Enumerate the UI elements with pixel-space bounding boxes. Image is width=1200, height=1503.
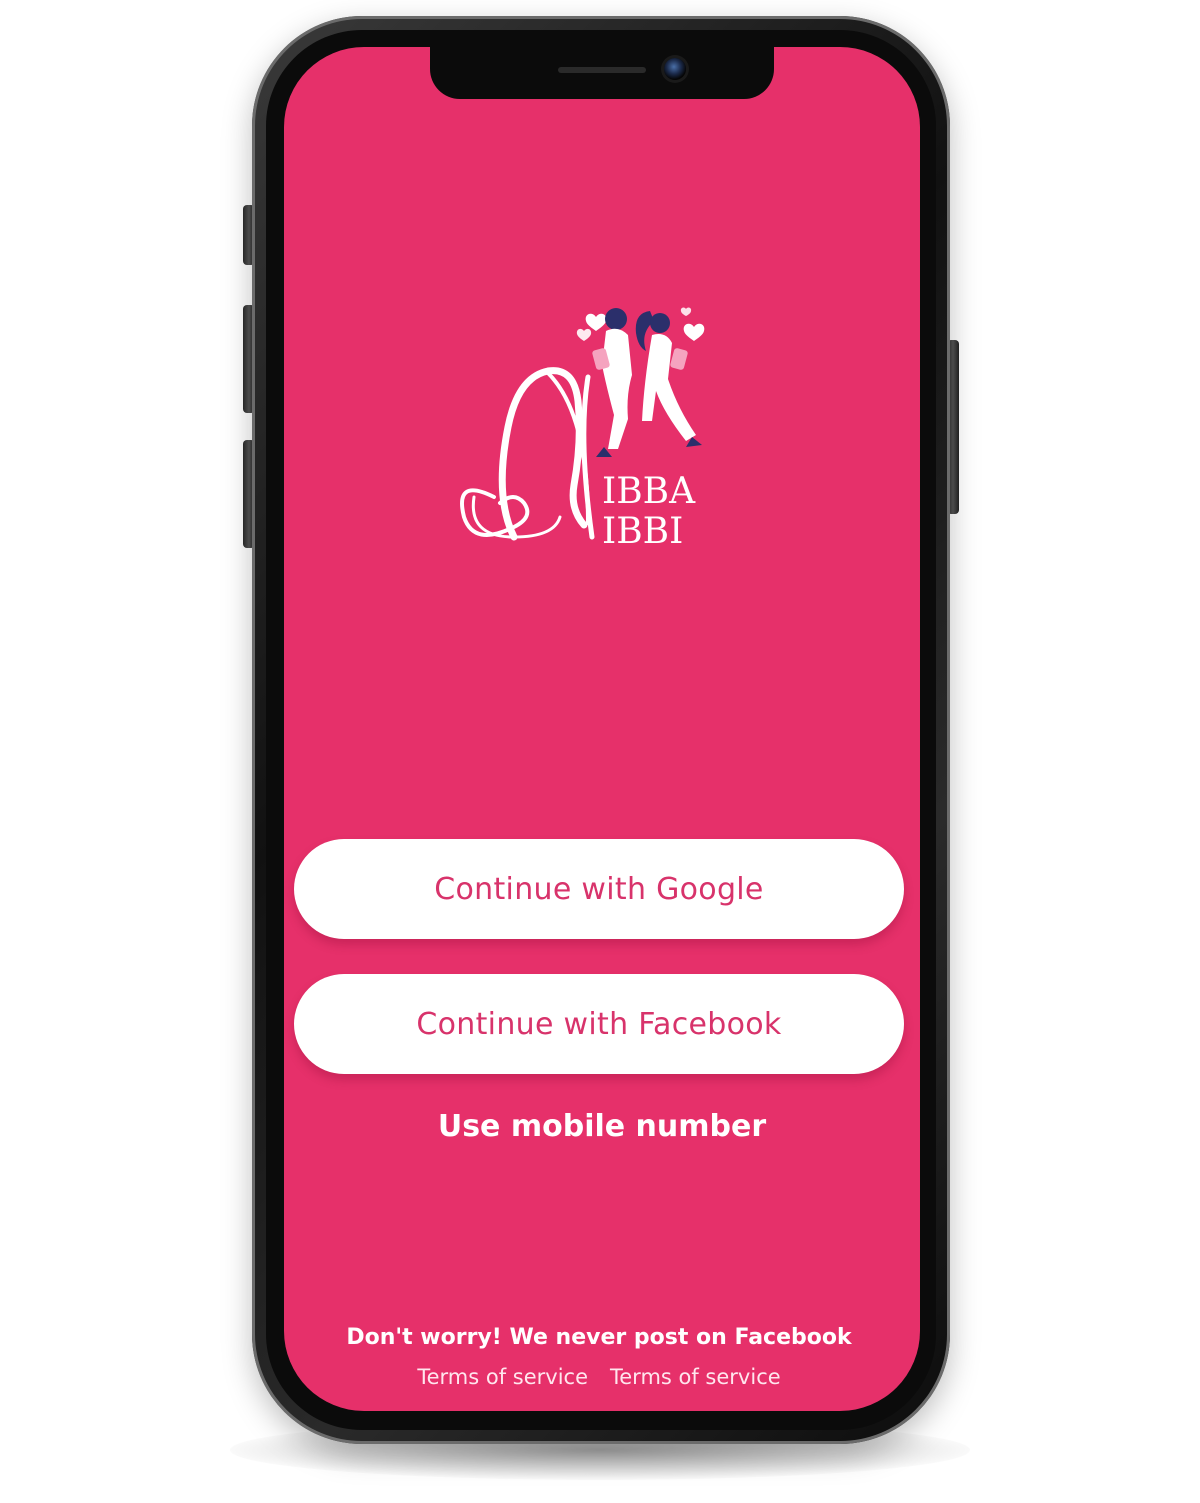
continue-with-facebook-button[interactable]: Continue with Facebook — [294, 974, 904, 1074]
logo-wordmark-line2: IBBI — [602, 511, 683, 552]
front-camera-icon — [664, 58, 686, 80]
logo-wordmark-line1: IBBA — [602, 471, 696, 512]
terms-of-service-link[interactable]: Terms of service — [417, 1365, 588, 1389]
terms-of-service-link-2[interactable]: Terms of service — [610, 1365, 781, 1389]
earpiece-speaker — [558, 67, 646, 73]
use-mobile-number-link[interactable]: Use mobile number — [284, 1109, 920, 1144]
facebook-disclaimer: Don't worry! We never post on Facebook — [346, 1325, 852, 1350]
logo-monogram — [460, 367, 595, 541]
app-logo: IBBA IBBI — [460, 307, 705, 552]
continue-with-google-button[interactable]: Continue with Google — [294, 839, 904, 939]
app-screen: IBBA IBBI Continue with Google Continue … — [284, 47, 920, 1411]
notch — [430, 47, 774, 99]
boy-figure-icon — [592, 308, 632, 457]
terms-links: Terms of service Terms of service — [284, 1365, 914, 1389]
device-mockup: IBBA IBBI Continue with Google Continue … — [0, 0, 1200, 1503]
